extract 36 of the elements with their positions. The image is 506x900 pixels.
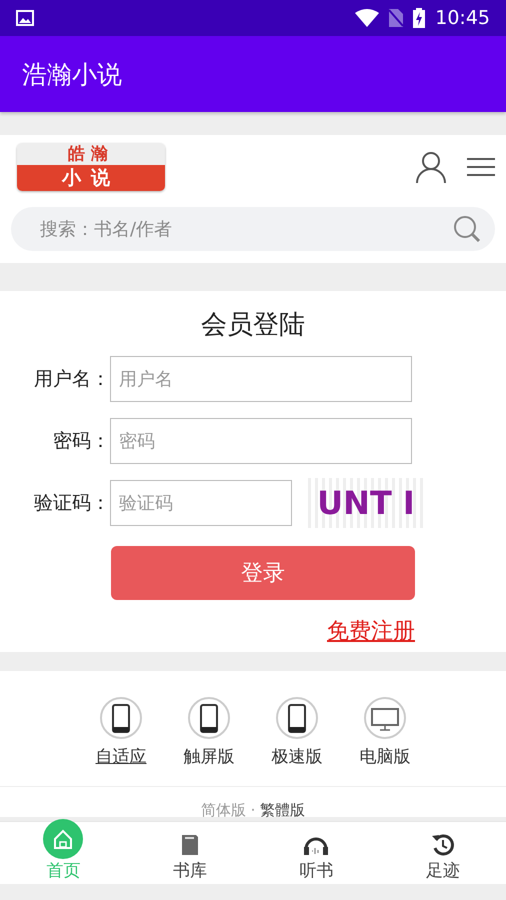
- login-title: 会员登陆: [200, 309, 306, 342]
- nav-tab[interactable]: 听书: [253, 822, 380, 884]
- field-label: 验证码：: [33, 491, 110, 516]
- user-icon[interactable]: [415, 151, 447, 183]
- separator-dot: ·: [250, 801, 256, 819]
- phone-icon[interactable]: [276, 697, 318, 739]
- clock-time: 10:45: [435, 7, 490, 29]
- search-icon[interactable]: [453, 216, 481, 242]
- phone-icon[interactable]: [188, 697, 230, 739]
- input-field[interactable]: 用户名: [110, 356, 412, 402]
- menu-icon[interactable]: [467, 157, 495, 177]
- no-sim-icon: [389, 9, 404, 27]
- image-notification-icon: [16, 10, 34, 26]
- search-field[interactable]: 搜索：书名/作者: [11, 207, 495, 251]
- monitor-icon[interactable]: [364, 697, 406, 739]
- version-link[interactable]: 极速版: [272, 745, 322, 768]
- nav-tab[interactable]: 足迹: [380, 822, 506, 884]
- version-link[interactable]: 电脑版: [360, 745, 410, 768]
- login-button[interactable]: 登录: [111, 546, 415, 600]
- captcha-image[interactable]: UNT I: [308, 478, 424, 528]
- field-label: 密码：: [52, 429, 110, 454]
- language-link[interactable]: 繁體版: [260, 801, 306, 819]
- version-link[interactable]: 触屏版: [184, 745, 234, 768]
- wifi-icon: [355, 9, 380, 27]
- input-field[interactable]: 密码: [110, 418, 412, 464]
- register-link[interactable]: 免费注册: [327, 616, 415, 646]
- phone-icon[interactable]: [100, 697, 142, 739]
- logo-text: 小说: [17, 165, 165, 191]
- logo-text: 皓瀚: [17, 143, 165, 165]
- battery-charging-icon: [413, 8, 426, 28]
- nav-tab[interactable]: 书库: [126, 822, 253, 884]
- version-link[interactable]: 自适应: [96, 745, 146, 768]
- app-title: 浩瀚小说: [22, 58, 122, 90]
- input-field[interactable]: 验证码: [110, 480, 292, 526]
- site-logo[interactable]: 皓瀚 小说: [17, 143, 165, 191]
- field-label: 用户名：: [33, 367, 110, 392]
